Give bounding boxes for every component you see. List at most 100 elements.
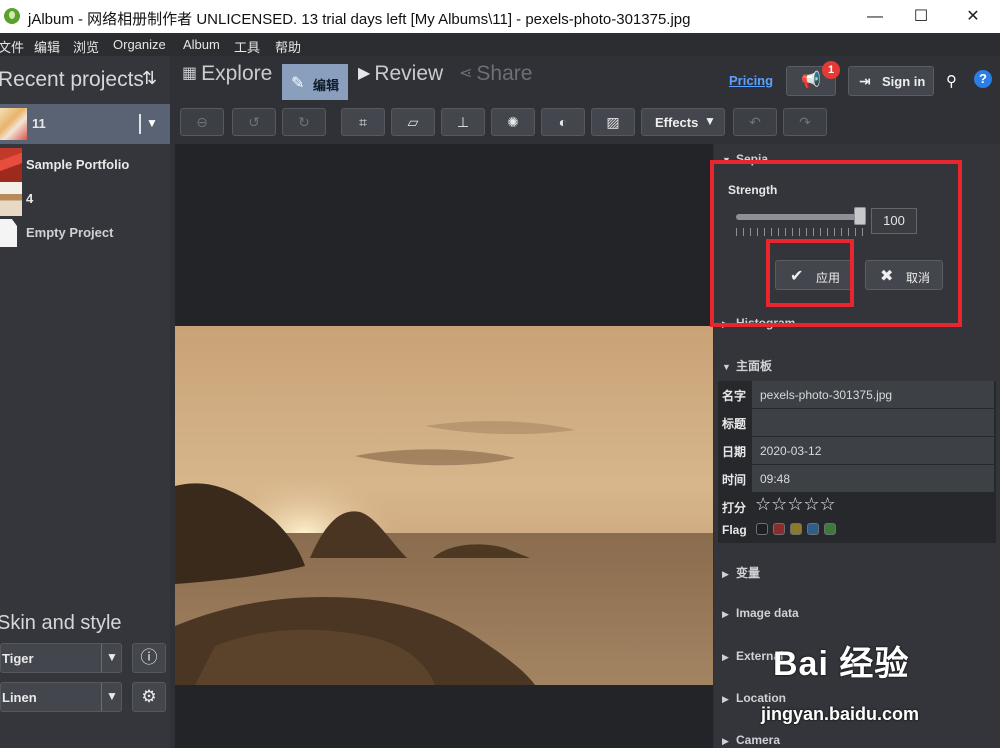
skin-and-style-title: Skin and style <box>0 612 122 634</box>
pricing-link[interactable]: Pricing <box>729 73 773 88</box>
crop-button[interactable]: ⌗ <box>341 108 385 136</box>
meta-value[interactable]: pexels-photo-301375.jpg <box>752 381 994 408</box>
image-adjust-button[interactable]: ▨ <box>591 108 635 136</box>
search-icon[interactable]: ⚲ <box>946 72 957 90</box>
image-icon: ▨ <box>606 114 620 130</box>
highlight-box-apply <box>766 239 854 307</box>
meta-key: 日期 <box>722 445 747 459</box>
meta-key: 时间 <box>722 473 747 487</box>
star-rating[interactable]: ☆☆☆☆☆ <box>755 494 836 515</box>
recent-projects-header: Recent projects ⇅ <box>0 62 170 98</box>
section-main-panel[interactable]: ▼ 主面板 <box>722 357 772 374</box>
announcements-button[interactable]: 📢 1 <box>786 61 840 96</box>
text-cursor-icon <box>139 114 141 134</box>
minimize-button[interactable]: — <box>852 0 898 33</box>
style-select[interactable]: Linen ▼ <box>0 682 122 712</box>
menu-file[interactable]: 文件 <box>0 37 24 56</box>
effects-dropdown-button[interactable]: Effects ▼ <box>641 108 725 136</box>
project-label: 11 <box>32 116 46 131</box>
minus-circle-icon: ⊖ <box>196 114 208 130</box>
meta-row-name: 名字 pexels-photo-301375.jpg <box>718 381 996 409</box>
project-item-empty-project[interactable]: Empty Project <box>0 216 170 250</box>
meta-key: 名字 <box>722 389 747 403</box>
tab-review[interactable]: ▶ Review <box>358 62 443 98</box>
tab-share[interactable]: ⋖ Share <box>459 62 532 98</box>
skin-value: Tiger <box>2 651 34 666</box>
notification-badge: 1 <box>822 61 840 79</box>
meta-row-time: 时间 09:48 <box>718 465 996 493</box>
project-item-4[interactable]: 4 <box>0 182 170 216</box>
chevron-down-icon: ▼ <box>704 114 716 128</box>
maximize-button[interactable]: ☐ <box>898 0 944 33</box>
help-icon[interactable]: ? <box>974 70 992 88</box>
close-button[interactable]: ✕ <box>950 0 996 33</box>
skin-settings-button[interactable]: ⚙ <box>132 682 166 712</box>
rotate-left-button[interactable]: ↺ <box>232 108 276 136</box>
meta-value[interactable]: 09:48 <box>752 465 994 492</box>
chevron-down-icon[interactable]: ▼ <box>146 116 158 130</box>
project-item-sample-portfolio[interactable]: Sample Portfolio <box>0 148 170 182</box>
chevron-down-icon: ▼ <box>106 689 118 703</box>
section-image-data[interactable]: ▶ Image data <box>722 606 799 620</box>
skin-select[interactable]: Tiger ▼ <box>0 643 122 673</box>
project-label: Empty Project <box>26 225 114 240</box>
info-icon: ⓘ <box>140 648 158 667</box>
chevron-down-icon: ▼ <box>106 650 118 664</box>
meta-row-date: 日期 2020-03-12 <box>718 437 996 465</box>
sign-in-icon: ⇥ <box>859 73 871 89</box>
flag-color-red[interactable] <box>773 523 785 535</box>
section-title: Image data <box>736 606 799 620</box>
menu-album[interactable]: Album <box>183 37 220 52</box>
flag-color-black[interactable] <box>756 523 768 535</box>
rotate-right-button[interactable]: ↻ <box>282 108 326 136</box>
grid-icon: ▦ <box>182 65 198 82</box>
undo-button[interactable]: ↶ <box>733 108 777 136</box>
project-thumbnail <box>0 182 22 216</box>
rotate-right-icon: ↻ <box>298 114 310 130</box>
skin-info-button[interactable]: ⓘ <box>132 643 166 673</box>
adjust-button[interactable]: ✺ <box>491 108 535 136</box>
menu-organize[interactable]: Organize <box>113 37 166 52</box>
undo-icon: ↶ <box>749 114 761 130</box>
redo-button[interactable]: ↷ <box>783 108 827 136</box>
menu-bar: 文件 编辑 浏览 Organize Album 工具 帮助 <box>0 33 1000 56</box>
chevron-right-icon: ▶ <box>722 569 729 579</box>
section-variables[interactable]: ▶ 变量 <box>722 564 760 581</box>
straighten-button[interactable]: ⊥ <box>441 108 485 136</box>
meta-value[interactable] <box>752 409 994 436</box>
watermark-brand: Bai 经验 <box>773 645 910 683</box>
section-camera[interactable]: ▶ Camera <box>722 733 780 747</box>
tab-label: Share <box>476 62 533 85</box>
megaphone-icon: 📢 <box>801 72 821 89</box>
remove-button[interactable]: ⊖ <box>180 108 224 136</box>
gear-icon: ⚙ <box>141 687 157 706</box>
chevron-right-icon: ▶ <box>722 736 729 746</box>
project-item-11[interactable]: 11 ▼ <box>0 104 170 144</box>
meta-row-title: 标题 <box>718 409 996 437</box>
menu-tools[interactable]: 工具 <box>234 37 260 56</box>
sign-in-button[interactable]: ⇥ Sign in <box>848 66 934 96</box>
flag-color-yellow[interactable] <box>790 523 802 535</box>
baidu-watermark: Bai 经验 jingyan.baidu.com <box>761 636 953 732</box>
sort-icon[interactable]: ⇅ <box>142 68 157 89</box>
sepia-photo <box>175 326 713 685</box>
section-title: 主面板 <box>736 359 773 373</box>
blank-page-icon <box>0 219 17 247</box>
tab-label: 编辑 <box>313 78 340 93</box>
recent-projects-title: Recent projects <box>0 68 144 91</box>
menu-browse[interactable]: 浏览 <box>73 37 99 56</box>
pencil-icon: ✎ <box>291 75 305 92</box>
menu-edit[interactable]: 编辑 <box>34 37 60 56</box>
meta-value[interactable]: 2020-03-12 <box>752 437 994 464</box>
contrast-button[interactable]: ◐ <box>541 108 585 136</box>
tab-explore[interactable]: ▦ Explore <box>182 62 272 98</box>
perspective-button[interactable]: ▱ <box>391 108 435 136</box>
flag-color-blue[interactable] <box>807 523 819 535</box>
sign-in-label: Sign in <box>882 74 926 89</box>
chevron-down-icon: ▼ <box>722 362 731 372</box>
share-icon: ⋖ <box>459 65 473 82</box>
level-icon: ⊥ <box>456 114 470 130</box>
flag-color-green[interactable] <box>824 523 836 535</box>
menu-help[interactable]: 帮助 <box>275 37 301 56</box>
tab-edit[interactable]: ✎ 编辑 <box>282 64 348 100</box>
